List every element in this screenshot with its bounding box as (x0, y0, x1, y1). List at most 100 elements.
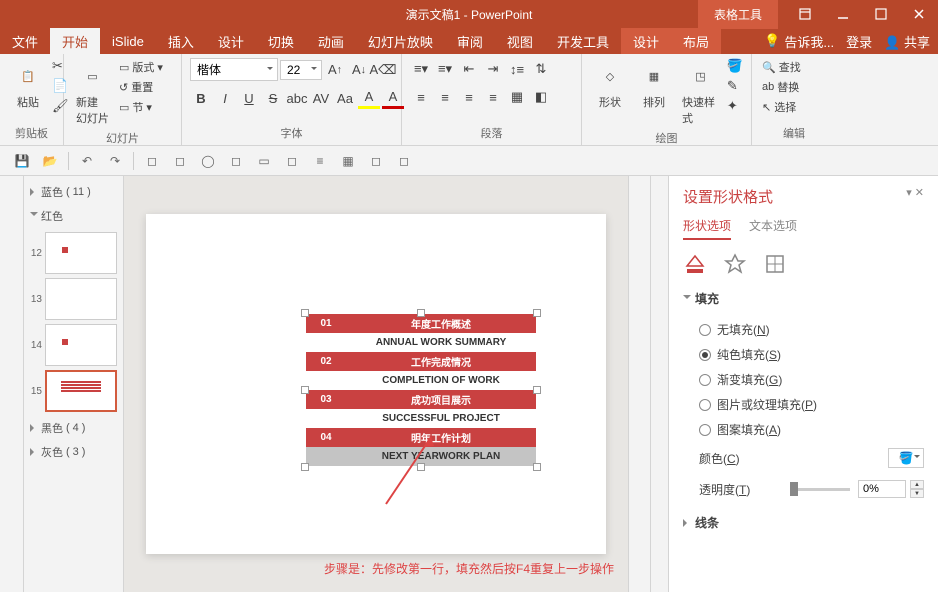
columns-icon[interactable]: ▦ (506, 86, 528, 108)
open-icon[interactable]: 📂 (40, 151, 60, 171)
indent-dec-icon[interactable]: ⇤ (458, 58, 480, 80)
size-icon[interactable] (763, 252, 787, 276)
font-color-button[interactable]: A (382, 87, 404, 109)
spin-down[interactable]: ▼ (910, 489, 924, 498)
case-button[interactable]: Aa (334, 87, 356, 109)
opacity-slider[interactable] (790, 488, 850, 491)
select-button[interactable]: ↖ 选择 (760, 98, 803, 116)
align-center-icon[interactable]: ≡ (434, 86, 456, 108)
shadow-button[interactable]: abc (286, 87, 308, 109)
qa-icon-5[interactable]: ▭ (254, 151, 274, 171)
menu-login[interactable]: 登录 (846, 32, 872, 51)
smartart-icon[interactable]: ◧ (530, 86, 552, 108)
bold-button[interactable]: B (190, 87, 212, 109)
slide-canvas[interactable]: 01年度工作概述 ANNUAL WORK SUMMARY 02工作完成情况 CO… (124, 176, 628, 592)
menu-animation[interactable]: 动画 (306, 28, 356, 54)
replace-button[interactable]: ab 替换 (760, 78, 803, 96)
ribbon-options-icon[interactable] (786, 0, 824, 28)
highlight-button[interactable]: A (358, 87, 380, 109)
reset-button[interactable]: ↺ 重置 (117, 78, 165, 96)
menu-tell-me[interactable]: 告诉我... (784, 32, 834, 51)
tab-shape-options[interactable]: 形状选项 (683, 217, 731, 240)
thumb-12[interactable]: 12 (28, 232, 119, 274)
thumb-15[interactable]: 15 (28, 370, 119, 412)
qa-icon-1[interactable]: ◻ (142, 151, 162, 171)
font-size-select[interactable]: 22 (280, 60, 322, 80)
menu-islide[interactable]: iSlide (100, 28, 156, 54)
indent-inc-icon[interactable]: ⇥ (482, 58, 504, 80)
shape-outline-icon[interactable]: ✎ (727, 78, 743, 94)
clear-format-icon[interactable]: A⌫ (372, 59, 394, 81)
group-gray[interactable]: 灰色 (3) (28, 440, 119, 464)
menu-review[interactable]: 审阅 (445, 28, 495, 54)
text-direction-icon[interactable]: ⇅ (530, 58, 552, 80)
opacity-input[interactable] (858, 480, 906, 498)
effects-icon[interactable] (723, 252, 747, 276)
strike-button[interactable]: S (262, 87, 284, 109)
radio-pattern-fill[interactable]: 图案填充(A) (683, 417, 924, 442)
thumb-13[interactable]: 13 (28, 278, 119, 320)
italic-button[interactable]: I (214, 87, 236, 109)
find-button[interactable]: 🔍 查找 (760, 58, 803, 76)
qa-icon-7[interactable]: ≡ (310, 151, 330, 171)
qa-icon-4[interactable]: ◻ (226, 151, 246, 171)
menu-design[interactable]: 设计 (206, 28, 256, 54)
fill-line-icon[interactable] (683, 252, 707, 276)
justify-icon[interactable]: ≡ (482, 86, 504, 108)
group-red[interactable]: 红色 (28, 204, 119, 228)
tab-text-options[interactable]: 文本选项 (749, 217, 797, 240)
redo-icon[interactable]: ↷ (105, 151, 125, 171)
group-blue[interactable]: 蓝色 (11) (28, 180, 119, 204)
qa-icon-9[interactable]: ◻ (366, 151, 386, 171)
close-icon[interactable] (900, 0, 938, 28)
paste-button[interactable]: 📋 粘贴 (8, 58, 48, 112)
layout-button[interactable]: ▭ 版式 ▾ (117, 58, 165, 76)
spin-up[interactable]: ▲ (910, 480, 924, 489)
thumb-14[interactable]: 14 (28, 324, 119, 366)
radio-no-fill[interactable]: 无填充(N) (683, 317, 924, 342)
fill-section-header[interactable]: 填充 (683, 290, 924, 307)
shape-fill-icon[interactable]: 🪣 (727, 58, 743, 74)
menu-insert[interactable]: 插入 (156, 28, 206, 54)
align-left-icon[interactable]: ≡ (410, 86, 432, 108)
menu-table-design[interactable]: 设计 (621, 28, 671, 54)
menu-dev[interactable]: 开发工具 (545, 28, 621, 54)
qa-icon-8[interactable]: ▦ (338, 151, 358, 171)
undo-icon[interactable]: ↶ (77, 151, 97, 171)
radio-picture-fill[interactable]: 图片或纹理填充(P) (683, 392, 924, 417)
numbering-icon[interactable]: ≡▾ (434, 58, 456, 80)
menu-share[interactable]: 👤 共享 (884, 32, 930, 51)
group-black[interactable]: 黑色 (4) (28, 416, 119, 440)
qa-icon-6[interactable]: ◻ (282, 151, 302, 171)
save-icon[interactable]: 💾 (12, 151, 32, 171)
qa-icon-10[interactable]: ◻ (394, 151, 414, 171)
radio-gradient-fill[interactable]: 渐变填充(G) (683, 367, 924, 392)
shapes-button[interactable]: ◇形状 (590, 58, 630, 112)
shrink-font-icon[interactable]: A↓ (348, 59, 370, 81)
minimize-icon[interactable] (824, 0, 862, 28)
menu-view[interactable]: 视图 (495, 28, 545, 54)
spacing-button[interactable]: AV (310, 87, 332, 109)
menu-home[interactable]: 开始 (50, 28, 100, 54)
font-family-select[interactable]: 楷体 (190, 58, 278, 81)
align-right-icon[interactable]: ≡ (458, 86, 480, 108)
line-spacing-icon[interactable]: ↕≡ (506, 58, 528, 80)
menu-slideshow[interactable]: 幻灯片放映 (356, 28, 445, 54)
section-button[interactable]: ▭ 节 ▾ (117, 98, 165, 116)
maximize-icon[interactable] (862, 0, 900, 28)
quickstyle-button[interactable]: ◳快速样式 (678, 58, 723, 128)
arrange-button[interactable]: ▦排列 (634, 58, 674, 112)
qa-icon-3[interactable]: ◯ (198, 151, 218, 171)
radio-solid-fill[interactable]: 纯色填充(S) (683, 342, 924, 367)
underline-button[interactable]: U (238, 87, 260, 109)
vertical-scrollbar[interactable] (650, 176, 668, 592)
grow-font-icon[interactable]: A↑ (324, 59, 346, 81)
color-picker[interactable]: 🪣 (888, 448, 924, 468)
new-slide-button[interactable]: ▭ 新建 幻灯片 (72, 58, 113, 128)
line-section-header[interactable]: 线条 (683, 514, 924, 531)
shape-effects-icon[interactable]: ✦ (727, 98, 743, 114)
qa-icon-2[interactable]: ◻ (170, 151, 190, 171)
pane-close-icon[interactable]: ▾ ✕ (906, 186, 924, 207)
thumbnail-panel[interactable]: 蓝色 (11) 红色 12 13 14 15 黑色 (4) 灰色 (3) (24, 176, 124, 592)
menu-file[interactable]: 文件 (0, 28, 50, 54)
